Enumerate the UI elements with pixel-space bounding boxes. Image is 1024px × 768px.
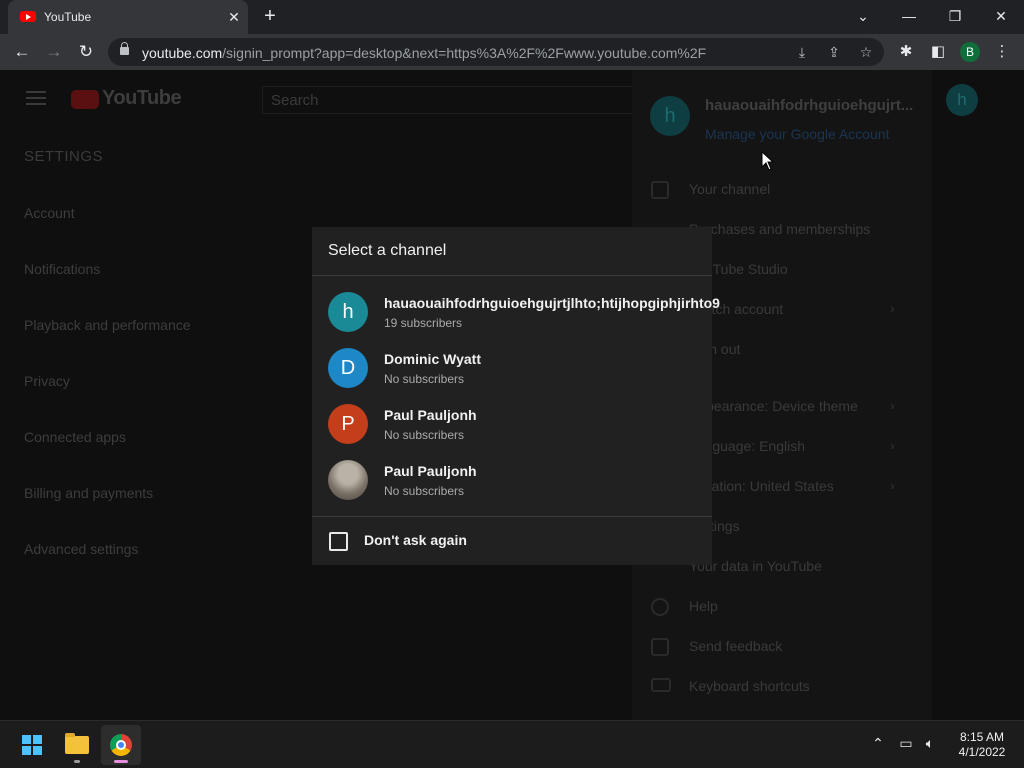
taskbar: ⌃ ▭ 🔈︎ 8:15 AM 4/1/2022 [0,720,1024,768]
dialog-title: Select a channel [328,242,447,259]
menu-item-help[interactable]: Help [689,598,718,614]
tab-title: YouTube [44,10,92,24]
chevron-right-icon: › [890,477,895,493]
account-name: hauaouaihfodrhguioehgujrt... [705,97,914,114]
clock-date: 4/1/2022 [958,745,1006,759]
windows-logo-icon [22,735,42,755]
active-indicator [114,760,128,763]
new-tab-button[interactable]: + [258,5,282,29]
url-text[interactable]: youtube.com/signin_prompt?app=desktop&ne… [142,45,706,61]
dont-ask-again-label[interactable]: Don't ask again [364,532,467,548]
keyboard-icon [651,678,671,692]
settings-item-advanced[interactable]: Advanced settings [24,541,138,557]
settings-item-connected-apps[interactable]: Connected apps [24,429,126,445]
clock-time: 8:15 AM [959,730,1005,744]
start-button[interactable] [12,725,52,765]
settings-heading: SETTINGS [24,148,104,165]
volume-icon[interactable]: 🔈︎ [920,735,940,752]
your-channel-icon [651,181,669,199]
menu-item-keyboard-shortcuts[interactable]: Keyboard shortcuts [689,678,810,694]
channel-avatar: P [328,404,368,444]
tab-strip: YouTube ✕ + ⌄ — ❐ ✕ [0,0,1024,34]
youtube-favicon-icon [20,11,36,22]
top-account-avatar[interactable]: h [946,84,978,116]
chevron-right-icon: › [890,300,895,316]
settings-item-playback[interactable]: Playback and performance [24,317,191,333]
lock-icon [120,42,129,55]
channel-option[interactable]: P Paul Pauljonh No subscribers [312,396,712,452]
channel-option[interactable]: h hauaouaihfodrhguioehgujrtjlhto;htijhop… [312,284,720,340]
channel-subscribers: No subscribers [384,484,465,498]
youtube-logo-icon[interactable] [71,90,99,109]
network-icon[interactable]: ▭ [896,735,916,752]
search-input[interactable]: Search [262,86,642,114]
browser-toolbar: ← → ↻ youtube.com/signin_prompt?app=desk… [0,34,1024,70]
mouse-cursor-icon [761,151,775,171]
menu-item-appearance[interactable]: Appearance: Device theme [689,398,858,414]
settings-item-billing[interactable]: Billing and payments [24,485,153,501]
divider [312,275,712,276]
address-bar[interactable]: youtube.com/signin_prompt?app=desktop&ne… [108,38,884,66]
channel-avatar-photo [328,460,368,500]
channel-name: Paul Pauljonh [384,463,477,479]
channel-avatar: h [328,292,368,332]
help-icon [651,598,669,616]
channel-subscribers: No subscribers [384,428,465,442]
folder-icon [65,733,89,754]
divider [312,516,712,517]
settings-item-notifications[interactable]: Notifications [24,261,100,277]
restore-button[interactable]: ❐ [935,4,975,28]
chevron-right-icon: › [890,397,895,413]
select-channel-dialog: Select a channel h hauaouaihfodrhguioehg… [312,227,720,565]
share-icon[interactable]: ⇪ [824,42,844,62]
dont-ask-again-checkbox[interactable] [329,532,348,551]
back-arrow-icon[interactable]: ← [10,40,34,64]
youtube-logo-text: YouTube [102,87,182,109]
menu-item-purchases[interactable]: Purchases and memberships [689,221,870,237]
chrome-icon [110,734,132,756]
channel-option[interactable]: Paul Pauljonh No subscribers [312,452,712,508]
bookmark-star-icon[interactable]: ☆ [856,42,876,62]
file-explorer-button[interactable] [57,725,97,765]
channel-name: Dominic Wyatt [384,351,481,367]
more-menu-icon[interactable]: ⋮ [990,40,1014,64]
profile-avatar[interactable]: B [960,42,980,62]
menu-item-your-channel[interactable]: Your channel [689,181,770,197]
show-hidden-icons-chevron-icon[interactable]: ⌃ [868,735,888,752]
tab-close-icon[interactable]: ✕ [224,7,244,27]
chrome-taskbar-button[interactable] [101,725,141,765]
settings-item-privacy[interactable]: Privacy [24,373,70,389]
clock[interactable]: 8:15 AM 4/1/2022 [952,730,1012,760]
settings-item-account[interactable]: Account [24,205,75,221]
tab-search-chevron-icon[interactable]: ⌄ [843,4,883,28]
channel-avatar: D [328,348,368,388]
menu-item-send-feedback[interactable]: Send feedback [689,638,782,654]
channel-subscribers: No subscribers [384,372,465,386]
hamburger-menu-icon[interactable] [26,91,46,105]
install-app-icon[interactable]: ⤓ [792,42,812,62]
channel-option[interactable]: D Dominic Wyatt No subscribers [312,340,712,396]
tab-youtube[interactable]: YouTube ✕ [8,0,248,34]
extensions-puzzle-icon[interactable]: ✱ [894,40,918,64]
close-window-button[interactable]: ✕ [981,4,1021,28]
minimize-button[interactable]: — [889,4,929,28]
account-avatar: h [650,96,690,136]
chevron-right-icon: › [890,437,895,453]
reload-icon[interactable]: ↻ [74,40,98,64]
channel-name: hauaouaihfodrhguioehgujrtjlhto;htijhopgi… [384,295,720,311]
running-indicator [74,760,80,763]
forward-arrow-icon[interactable]: → [42,40,66,64]
channel-subscribers: 19 subscribers [384,316,463,330]
feedback-icon [651,638,669,656]
channel-name: Paul Pauljonh [384,407,477,423]
manage-account-link[interactable]: Manage your Google Account [705,126,889,142]
side-panel-icon[interactable]: ◧ [926,40,950,64]
search-placeholder: Search [271,92,319,109]
